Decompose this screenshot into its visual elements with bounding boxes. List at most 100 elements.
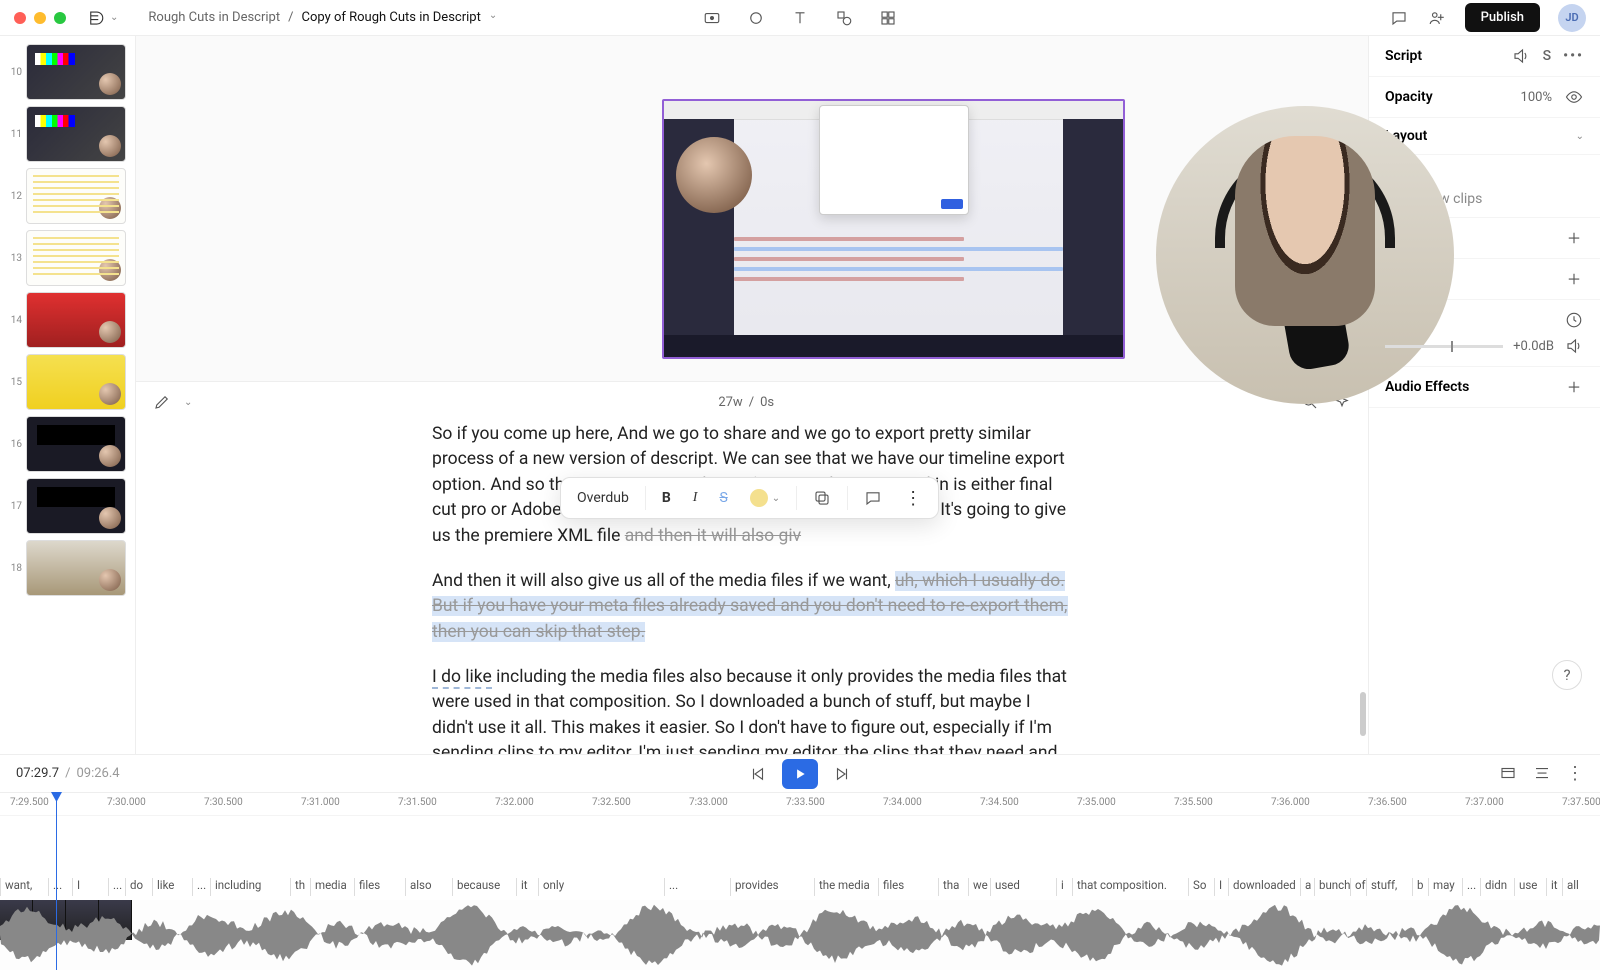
timeline-word[interactable]: that composition. bbox=[1072, 878, 1167, 896]
templates-icon[interactable] bbox=[878, 8, 898, 28]
timeline-word[interactable]: i bbox=[1056, 878, 1064, 896]
maximize-window[interactable] bbox=[54, 12, 66, 24]
chevron-down-icon[interactable]: ⌄ bbox=[184, 397, 192, 408]
more-icon[interactable]: ⋮ bbox=[1566, 763, 1584, 784]
more-icon[interactable]: ⋮ bbox=[894, 478, 932, 518]
timeline-word[interactable]: want, bbox=[0, 878, 32, 896]
volume-icon[interactable] bbox=[1564, 336, 1584, 356]
timeline-word[interactable]: b bbox=[1412, 878, 1423, 896]
volume-icon[interactable] bbox=[1511, 46, 1531, 66]
timeline-word[interactable]: also bbox=[405, 878, 432, 896]
eye-icon[interactable] bbox=[1564, 87, 1584, 107]
play-button[interactable] bbox=[782, 759, 818, 789]
italic-button[interactable]: I bbox=[683, 478, 708, 518]
share-icon[interactable] bbox=[1427, 8, 1447, 28]
strikethrough-button[interactable]: S bbox=[709, 478, 737, 518]
overdub-button[interactable]: Overdub bbox=[567, 478, 639, 518]
record-icon[interactable] bbox=[746, 8, 766, 28]
timeline-word[interactable]: media bbox=[310, 878, 347, 896]
timeline-word[interactable]: because bbox=[452, 878, 500, 896]
timeline-word[interactable]: ... bbox=[108, 878, 122, 896]
scene-thumbnail[interactable]: 12 bbox=[4, 168, 131, 224]
waveform-track[interactable] bbox=[0, 900, 1600, 970]
skip-back-icon[interactable] bbox=[748, 764, 768, 784]
scene-thumbnail[interactable]: 16 bbox=[4, 416, 131, 472]
timeline-word[interactable]: files bbox=[354, 878, 380, 896]
timeline[interactable]: 7:29.5007:30.0007:30.5007:31.0007:31.500… bbox=[0, 792, 1600, 970]
publish-button[interactable]: Publish bbox=[1465, 3, 1540, 32]
close-window[interactable] bbox=[14, 12, 26, 24]
volume-slider[interactable] bbox=[1385, 345, 1503, 348]
audio-effects-row[interactable]: Audio Effects bbox=[1369, 367, 1600, 408]
timeline-word[interactable]: we bbox=[968, 878, 988, 896]
timeline-word[interactable]: downloaded bbox=[1228, 878, 1296, 896]
timeline-word[interactable]: all bbox=[1562, 878, 1579, 896]
speaker-letter[interactable]: S bbox=[1543, 48, 1551, 64]
timeline-word[interactable]: th bbox=[290, 878, 305, 896]
timeline-word[interactable]: bunch bbox=[1314, 878, 1351, 896]
shapes-icon[interactable] bbox=[834, 8, 854, 28]
timeline-word[interactable]: only bbox=[538, 878, 564, 896]
timeline-word[interactable]: ... bbox=[664, 878, 678, 896]
timeline-word[interactable]: I bbox=[72, 878, 80, 896]
script-paragraph[interactable]: I do like including the media files also… bbox=[432, 665, 1072, 754]
comments-icon[interactable] bbox=[1389, 8, 1409, 28]
scene-thumbnail[interactable]: 17 bbox=[4, 478, 131, 534]
scenes-panel[interactable]: 10 11 12 13 14 15 16 17 18 bbox=[0, 36, 136, 754]
pen-icon[interactable] bbox=[152, 392, 172, 412]
chevron-down-icon[interactable]: ⌄ bbox=[489, 10, 497, 25]
comment-icon[interactable] bbox=[854, 478, 892, 518]
help-button[interactable]: ? bbox=[1552, 660, 1582, 690]
timeline-word[interactable]: it bbox=[1546, 878, 1558, 896]
skip-forward-icon[interactable] bbox=[832, 764, 852, 784]
video-preview[interactable] bbox=[662, 99, 1125, 359]
timeline-word[interactable]: ... bbox=[192, 878, 206, 896]
timeline-word[interactable]: used bbox=[990, 878, 1020, 896]
scene-thumbnail[interactable]: 13 bbox=[4, 230, 131, 286]
scene-thumbnail[interactable]: 14 bbox=[4, 292, 131, 348]
timeline-word[interactable]: like bbox=[152, 878, 174, 896]
avatar[interactable]: JD bbox=[1558, 4, 1586, 32]
scene-thumbnail[interactable]: 15 bbox=[4, 354, 131, 410]
breadcrumb-doc[interactable]: Copy of Rough Cuts in Descript bbox=[301, 10, 480, 25]
timeline-word[interactable]: of bbox=[1350, 878, 1366, 896]
timeline-word[interactable]: the media bbox=[814, 878, 870, 896]
align-icon[interactable] bbox=[1532, 763, 1552, 783]
timeline-word[interactable]: tha bbox=[938, 878, 959, 896]
timeline-word[interactable]: provides bbox=[730, 878, 779, 896]
timeline-word[interactable]: I bbox=[1214, 878, 1222, 896]
canvas[interactable] bbox=[136, 36, 1368, 382]
record-screen-icon[interactable] bbox=[702, 8, 722, 28]
breadcrumb-project[interactable]: Rough Cuts in Descript bbox=[148, 10, 280, 25]
scene-thumbnail[interactable]: 11 bbox=[4, 106, 131, 162]
text-icon[interactable] bbox=[790, 8, 810, 28]
timeline-word[interactable]: may bbox=[1428, 878, 1455, 896]
timeline-word[interactable]: a bbox=[1300, 878, 1311, 896]
copy-clip-icon[interactable] bbox=[803, 478, 841, 518]
more-icon[interactable]: ••• bbox=[1563, 48, 1584, 64]
highlight-color-button[interactable]: ⌄ bbox=[740, 478, 790, 518]
bold-button[interactable]: B bbox=[652, 478, 681, 518]
scrollbar-thumb[interactable] bbox=[1360, 692, 1366, 736]
scene-thumbnail[interactable]: 18 bbox=[4, 540, 131, 596]
layout-toggle-icon[interactable] bbox=[1498, 763, 1518, 783]
clock-icon[interactable] bbox=[1564, 310, 1584, 330]
timeline-word[interactable]: didn bbox=[1480, 878, 1507, 896]
script-editor[interactable]: So if you come up here, And we go to sha… bbox=[136, 422, 1368, 754]
scene-thumbnail[interactable]: 10 bbox=[4, 44, 131, 100]
script-paragraph[interactable]: And then it will also give us all of the… bbox=[432, 569, 1072, 645]
timeline-word[interactable]: ... bbox=[1462, 878, 1476, 896]
word-track[interactable]: want,...I...dolike...includingthmediafil… bbox=[0, 816, 1600, 900]
camera-pip[interactable] bbox=[1156, 106, 1454, 404]
app-menu[interactable]: ⌄ bbox=[86, 8, 118, 28]
timeline-word[interactable]: files bbox=[878, 878, 904, 896]
audio-value[interactable]: +0.0dB bbox=[1513, 339, 1554, 354]
timeline-word[interactable]: including bbox=[210, 878, 261, 896]
timeline-ruler[interactable]: 7:29.5007:30.0007:30.5007:31.0007:31.500… bbox=[0, 792, 1600, 816]
timeline-word[interactable]: use bbox=[1514, 878, 1537, 896]
playhead[interactable] bbox=[56, 792, 57, 970]
timeline-word[interactable]: stuff, bbox=[1366, 878, 1397, 896]
timeline-word[interactable]: So bbox=[1188, 878, 1206, 896]
timeline-word[interactable]: do bbox=[125, 878, 143, 896]
minimize-window[interactable] bbox=[34, 12, 46, 24]
